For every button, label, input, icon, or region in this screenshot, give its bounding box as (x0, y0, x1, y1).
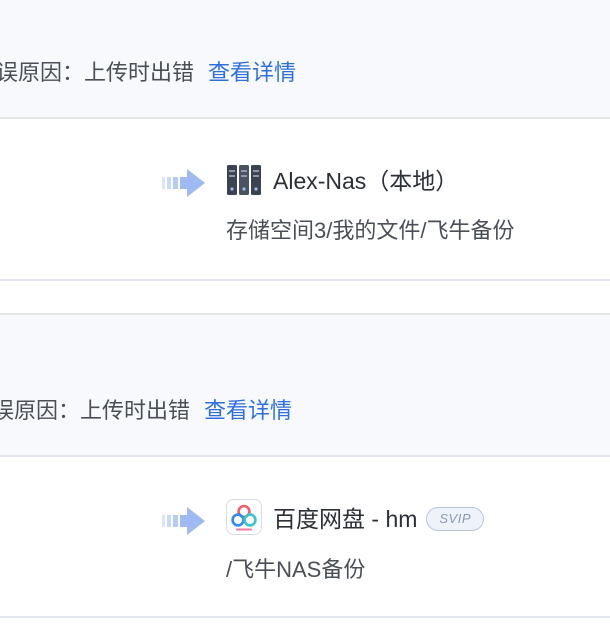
bottom-area (0, 618, 610, 628)
destination-path: 存储空间3/我的文件/飞牛备份 (226, 218, 515, 243)
destination-path: /飞牛NAS备份 (226, 557, 366, 582)
task-card-1-body (0, 119, 610, 279)
destination-name: 百度网盘 - hm (273, 506, 418, 532)
baidu-netdisk-icon (226, 499, 262, 535)
error-reason-row: 误原因：上传时出错 查看详情 (0, 396, 292, 426)
arrow-right-icon (162, 169, 205, 197)
destination-name: Alex-Nas（本地） (273, 168, 459, 194)
arrow-right-icon (162, 507, 205, 535)
card-gap (0, 281, 610, 313)
task-card-2-header (0, 315, 610, 455)
error-reason-label: 误原因：上传时出错 (0, 60, 195, 85)
view-details-link[interactable]: 查看详情 (204, 396, 292, 426)
error-reason-label: 误原因：上传时出错 (0, 398, 191, 423)
destination-name-row: Alex-Nas（本地） (273, 166, 458, 196)
destination-name-row: 百度网盘 - hm SVIP (273, 504, 485, 534)
nas-server-icon (227, 165, 261, 195)
view-details-link[interactable]: 查看详情 (208, 58, 296, 88)
error-reason-row: 误原因：上传时出错 查看详情 (0, 58, 296, 88)
task-card-2-body (0, 457, 610, 616)
svip-badge: SVIP (426, 507, 485, 531)
